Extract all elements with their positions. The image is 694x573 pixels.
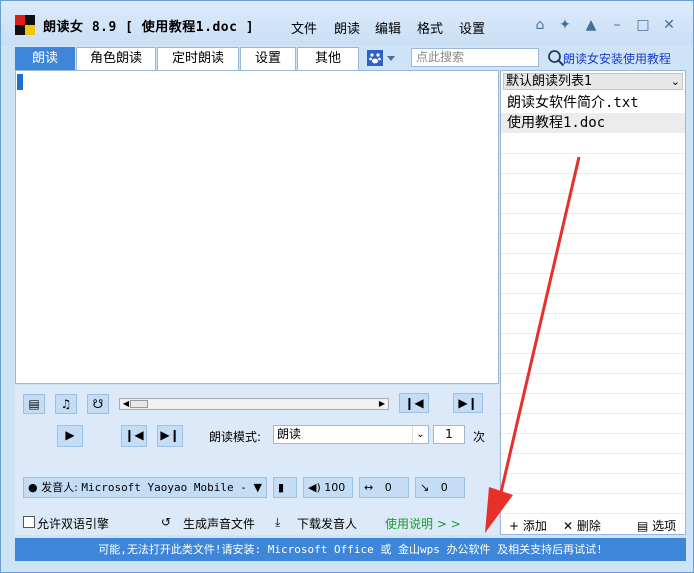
pitch-value: 0 xyxy=(440,481,448,494)
mode-select-value: 朗读 xyxy=(277,427,302,441)
chevron-down-icon: ⌄ xyxy=(412,426,428,443)
previous-icon[interactable]: ❙◀ xyxy=(121,425,147,447)
download-icon: ⤓ xyxy=(275,515,281,529)
pitch-control[interactable]: ↘ 0 xyxy=(415,477,465,498)
speed-icon: ↔ xyxy=(364,481,374,494)
chevron-down-icon: ⌄ xyxy=(670,75,680,88)
playlist-item[interactable]: 朗读女软件简介.txt xyxy=(501,93,685,113)
voice-label: 发音人: xyxy=(41,481,78,494)
volume-value: 100 xyxy=(324,481,346,494)
voice-select[interactable]: ● 发音人: Microsoft Yaoyao Mobile - ▼ xyxy=(23,477,267,498)
next-icon[interactable]: ▶❙ xyxy=(157,425,183,447)
app-logo-icon xyxy=(15,15,35,35)
generate-audio-button[interactable]: 生成声音文件 xyxy=(183,515,255,532)
user-icon: ● xyxy=(28,481,38,494)
text-caret xyxy=(17,74,23,90)
menu-read[interactable]: 朗读 xyxy=(334,18,360,37)
title-bar: 朗读女 8.9 [ 使用教程1.doc ] 文件 朗读 编辑 格式 设置 ⌂ ✦… xyxy=(1,1,693,45)
open-file-icon[interactable]: ▤ xyxy=(23,394,45,414)
bilingual-checkbox[interactable] xyxy=(23,516,35,528)
repeat-times-input[interactable]: 1 xyxy=(433,425,465,444)
window-title: 朗读女 8.9 [ 使用教程1.doc ] xyxy=(43,20,255,35)
paw-search-engine-icon[interactable] xyxy=(367,50,397,66)
speed-control[interactable]: ↔ 0 xyxy=(359,477,409,498)
tutorial-link[interactable]: 朗读女安装使用教程 xyxy=(563,50,671,67)
menu-file[interactable]: 文件 xyxy=(291,18,317,37)
progress-slider[interactable]: ◀ ▶ xyxy=(119,398,389,410)
voice-value: Microsoft Yaoyao Mobile - xyxy=(81,481,247,494)
music-icon[interactable]: ♫ xyxy=(55,394,77,414)
playlist-item[interactable]: 使用教程1.doc xyxy=(501,113,685,133)
app-window: 朗读女 8.9 [ 使用教程1.doc ] 文件 朗读 编辑 格式 设置 ⌂ ✦… xyxy=(0,0,694,573)
tab-role-read[interactable]: 角色朗读 xyxy=(76,47,156,70)
tab-timed-read[interactable]: 定时朗读 xyxy=(157,47,239,70)
menu-settings[interactable]: 设置 xyxy=(459,18,485,37)
controls-bottom-row: 允许双语引擎 ↺ 生成声音文件 ⤓ 下载发音人 使用说明 > > xyxy=(15,512,499,534)
mode-label: 朗读模式: xyxy=(209,430,262,444)
slider-right-arrow-icon[interactable]: ▶ xyxy=(377,399,387,409)
pitch-icon: ↘ xyxy=(420,481,430,494)
menu-format[interactable]: 格式 xyxy=(417,18,443,37)
playlist-select[interactable]: 默认朗读列表1 ⌄ xyxy=(503,73,683,90)
microphone-icon[interactable]: ☋ xyxy=(87,394,109,414)
shirt-icon[interactable]: ▲ xyxy=(582,17,600,33)
volume-control[interactable]: ◀) 100 xyxy=(303,477,353,498)
bilingual-label: 允许双语引擎 xyxy=(37,517,110,531)
generate-audio-icon: ↺ xyxy=(161,515,172,529)
tab-settings[interactable]: 设置 xyxy=(240,47,296,70)
maximize-icon[interactable]: □ xyxy=(634,17,652,33)
play-icon[interactable]: ▶ xyxy=(57,425,83,447)
tab-row: 朗读 角色朗读 定时朗读 设置 其他 点此搜索 朗读女安装使用教程 xyxy=(15,47,691,70)
home-icon[interactable]: ⌂ xyxy=(531,17,549,33)
minimize-icon[interactable]: – xyxy=(608,17,626,33)
controls-panel: ▤ ♫ ☋ ◀ ▶ ❙◀ ▶❙ ▶ ❙◀ ▶❙ 朗读模式: 朗读 ⌄ 1 次 ●… xyxy=(15,385,499,535)
close-icon[interactable]: ✕ xyxy=(660,17,678,33)
status-bar: 可能,无法打开此类文件!请安装: Microsoft Office 或 金山wp… xyxy=(15,538,686,561)
tab-other[interactable]: 其他 xyxy=(297,47,359,70)
speed-value: 0 xyxy=(384,481,392,494)
playlist-select-value: 默认朗读列表1 xyxy=(506,74,593,89)
mode-select[interactable]: 朗读 ⌄ xyxy=(273,425,429,444)
volume-icon: ◀) xyxy=(308,481,321,494)
options-label: 选项 xyxy=(652,519,677,533)
skip-start-icon[interactable]: ❙◀ xyxy=(399,393,429,413)
pin-icon[interactable]: ✦ xyxy=(556,17,574,33)
options-button[interactable]: ▤ 选项 xyxy=(637,517,676,534)
text-editor[interactable] xyxy=(15,70,499,384)
chevron-down-icon: ▼ xyxy=(253,481,262,494)
help-link[interactable]: 使用说明 > > xyxy=(385,515,461,532)
search-input[interactable]: 点此搜索 xyxy=(411,48,539,67)
window-icon: ▤ xyxy=(637,519,653,533)
menu-edit[interactable]: 编辑 xyxy=(375,18,401,37)
tab-read[interactable]: 朗读 xyxy=(15,47,75,70)
download-voice-button[interactable]: 下载发音人 xyxy=(297,515,357,532)
voice-wave-icon[interactable]: ▮ xyxy=(273,477,297,498)
slider-thumb[interactable] xyxy=(130,400,148,408)
red-annotation-arrow xyxy=(485,156,581,533)
